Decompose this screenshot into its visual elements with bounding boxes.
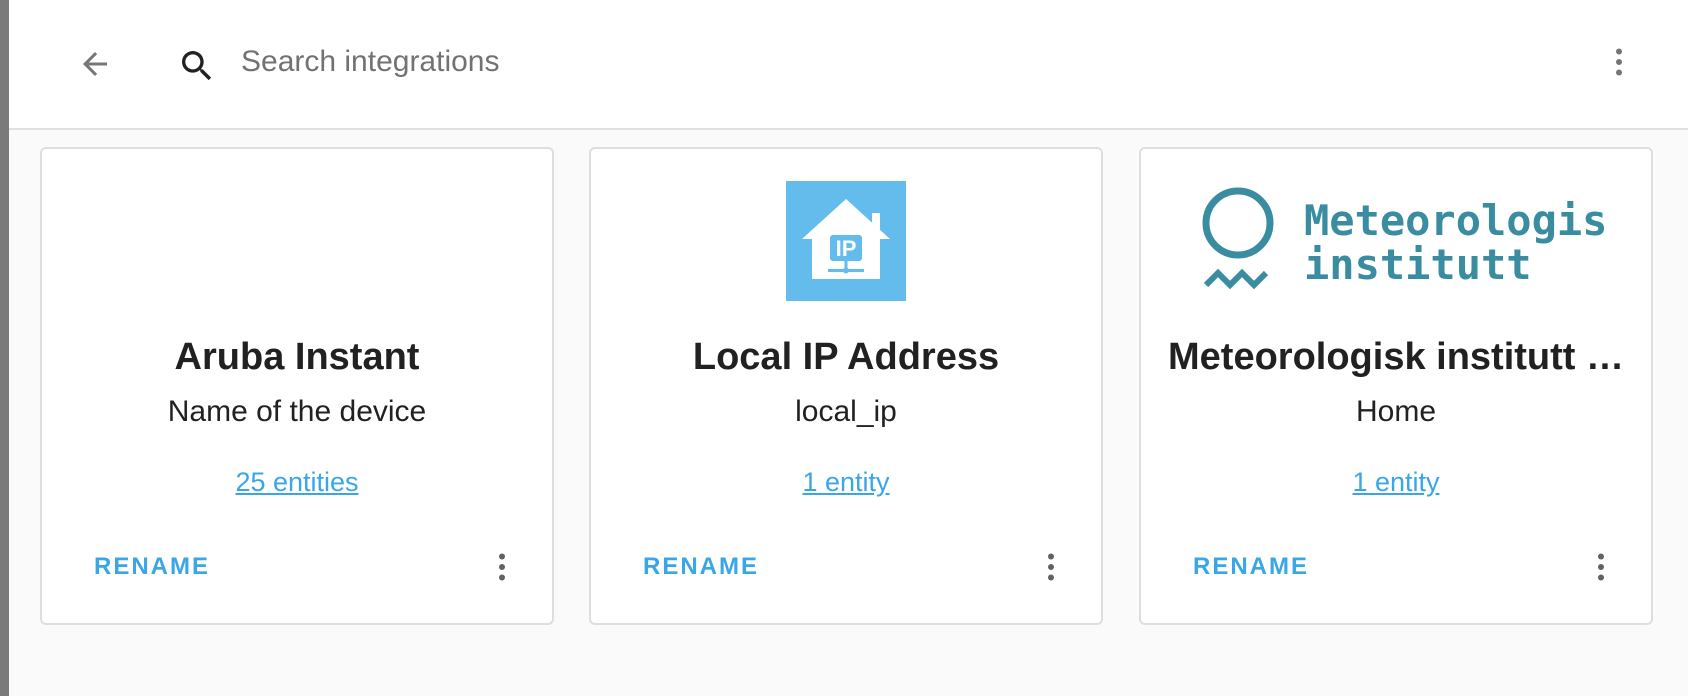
met-logo: Meteorologisk institutt: [1141, 181, 1651, 301]
entities-link[interactable]: 1 entity: [1141, 467, 1651, 498]
back-button[interactable]: [67, 38, 123, 94]
card-menu-button[interactable]: [1027, 541, 1075, 597]
integration-card-aruba: Aruba Instant Name of the device 25 enti…: [40, 147, 554, 625]
integration-logo-placeholder: [42, 181, 552, 301]
toolbar: [9, 0, 1688, 130]
dots-vertical-icon: [1033, 549, 1069, 590]
dots-vertical-icon: [484, 549, 520, 590]
dots-vertical-icon: [1583, 549, 1619, 590]
card-menu-button[interactable]: [478, 541, 526, 597]
card-title: Meteorologisk institutt …: [1168, 336, 1624, 378]
integration-card-local-ip: IP Local IP Address local_ip 1 entity RE…: [589, 147, 1103, 625]
arrow-left-icon: [77, 46, 113, 87]
search-input[interactable]: [241, 36, 1541, 88]
dots-vertical-icon: [1601, 44, 1637, 85]
card-menu-button[interactable]: [1577, 541, 1625, 597]
card-subtitle: Name of the device: [167, 395, 427, 428]
house-network-icon: IP: [786, 181, 906, 301]
rename-button[interactable]: RENAME: [86, 545, 218, 589]
svg-text:Meteorologisk: Meteorologisk: [1304, 196, 1606, 245]
card-subtitle: Home: [1355, 395, 1437, 428]
integration-card-met: Meteorologisk institutt Meteorologisk in…: [1139, 147, 1653, 625]
rename-button[interactable]: RENAME: [1185, 545, 1317, 589]
rename-button[interactable]: RENAME: [635, 545, 767, 589]
entities-link[interactable]: 25 entities: [42, 467, 552, 498]
met-institutt-logo: Meteorologisk institutt: [1202, 187, 1606, 290]
overflow-menu-button[interactable]: [1591, 36, 1647, 92]
magnify-icon: [169, 38, 225, 94]
card-title: Local IP Address: [692, 336, 1000, 378]
svg-text:institutt: institutt: [1304, 240, 1532, 289]
window-left-edge: [0, 0, 9, 696]
local-ip-logo: IP: [591, 181, 1101, 301]
svg-text:IP: IP: [836, 236, 857, 261]
entities-link[interactable]: 1 entity: [591, 467, 1101, 498]
card-subtitle: local_ip: [795, 395, 897, 428]
card-title: Aruba Instant: [174, 336, 420, 378]
